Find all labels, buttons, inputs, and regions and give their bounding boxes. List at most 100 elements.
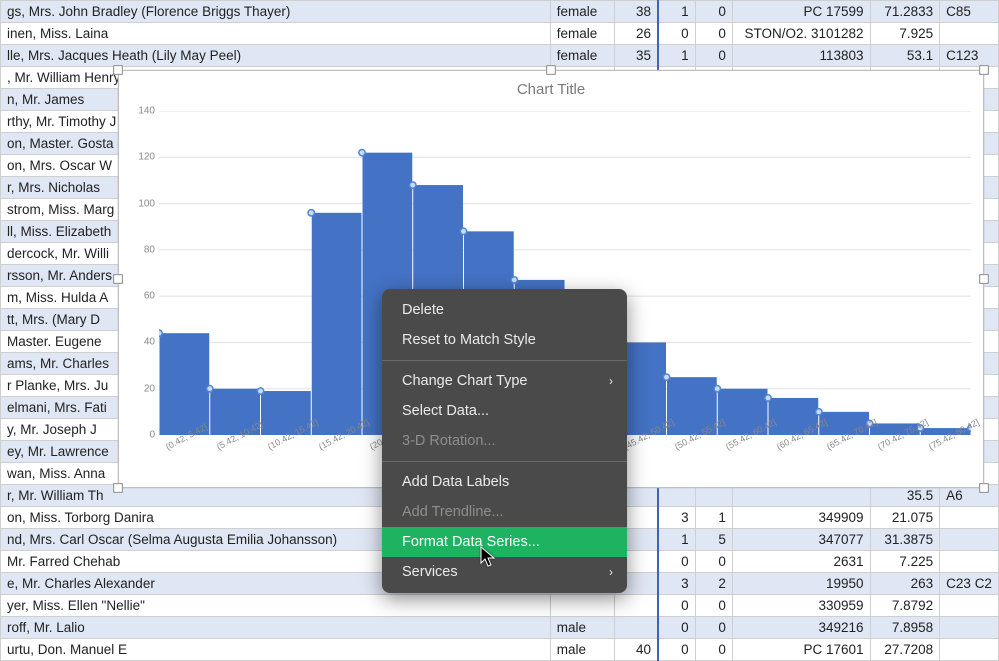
cell-sib[interactable]: 1 xyxy=(658,529,695,551)
table-row[interactable]: yer, Miss. Ellen "Nellie"003309597.8792 xyxy=(1,595,999,617)
cell-cabin[interactable] xyxy=(940,617,999,639)
cell-ticket[interactable]: STON/O2. 3101282 xyxy=(732,23,870,45)
menu-item-select-data[interactable]: Select Data... xyxy=(382,396,627,426)
cell-ticket[interactable]: 330959 xyxy=(732,595,870,617)
cell-sex[interactable]: male xyxy=(550,617,614,639)
cell-fare[interactable]: 7.8958 xyxy=(870,617,940,639)
cell-age[interactable]: 26 xyxy=(615,23,658,45)
cell-cabin[interactable]: C123 xyxy=(940,45,999,67)
resize-handle[interactable] xyxy=(979,274,989,284)
cell-name[interactable]: inen, Miss. Laina xyxy=(1,23,551,45)
cell-ticket[interactable]: 19950 xyxy=(732,573,870,595)
menu-item-format-data-series[interactable]: Format Data Series... xyxy=(382,527,627,557)
table-row[interactable]: inen, Miss. Lainafemale2600STON/O2. 3101… xyxy=(1,23,999,45)
cell-par[interactable]: 0 xyxy=(695,23,732,45)
cell-cabin[interactable]: C23 C2 xyxy=(940,573,999,595)
cell-ticket[interactable]: 347077 xyxy=(732,529,870,551)
cell-sib[interactable]: 1 xyxy=(658,1,695,23)
cell-par[interactable]: 0 xyxy=(695,551,732,573)
cell-fare[interactable]: 7.225 xyxy=(870,551,940,573)
resize-handle[interactable] xyxy=(979,483,989,493)
cell-fare[interactable]: 71.2833 xyxy=(870,1,940,23)
series-point[interactable] xyxy=(257,388,263,394)
cell-age[interactable] xyxy=(615,595,658,617)
cell-ticket[interactable]: PC 17601 xyxy=(732,639,870,661)
cell-sex[interactable] xyxy=(550,595,614,617)
cell-age[interactable]: 38 xyxy=(615,1,658,23)
menu-item-delete[interactable]: Delete xyxy=(382,295,627,325)
resize-handle[interactable] xyxy=(546,65,556,75)
cell-cabin[interactable] xyxy=(940,529,999,551)
cell-sib[interactable]: 3 xyxy=(658,507,695,529)
series-point[interactable] xyxy=(663,374,669,380)
menu-item-change-chart-type[interactable]: Change Chart Type› xyxy=(382,366,627,396)
series-point[interactable] xyxy=(207,386,213,392)
menu-item-reset-to-match-style[interactable]: Reset to Match Style xyxy=(382,325,627,355)
cell-fare[interactable]: 27.7208 xyxy=(870,639,940,661)
cell-ticket[interactable]: PC 17599 xyxy=(732,1,870,23)
series-point[interactable] xyxy=(159,330,162,336)
cell-cabin[interactable] xyxy=(940,595,999,617)
cell-sex[interactable]: female xyxy=(550,45,614,67)
chart-title[interactable]: Chart Title xyxy=(119,71,983,98)
resize-handle[interactable] xyxy=(979,65,989,75)
cell-par[interactable]: 0 xyxy=(695,639,732,661)
table-row[interactable]: roff, Mr. Laliomale003492167.8958 xyxy=(1,617,999,639)
cell-name[interactable]: gs, Mrs. John Bradley (Florence Briggs T… xyxy=(1,1,551,23)
series-point[interactable] xyxy=(359,149,365,155)
cell-sib[interactable]: 0 xyxy=(658,595,695,617)
chart-bar[interactable] xyxy=(159,333,209,435)
cell-age[interactable]: 35 xyxy=(615,45,658,67)
resize-handle[interactable] xyxy=(113,483,123,493)
cell-ticket[interactable]: 2631 xyxy=(732,551,870,573)
cell-sib[interactable]: 0 xyxy=(658,617,695,639)
cell-sib[interactable]: 3 xyxy=(658,573,695,595)
cell-name[interactable]: lle, Mrs. Jacques Heath (Lily May Peel) xyxy=(1,45,551,67)
cell-sib[interactable]: 0 xyxy=(658,639,695,661)
series-point[interactable] xyxy=(816,409,822,415)
resize-handle[interactable] xyxy=(113,65,123,75)
context-menu[interactable]: DeleteReset to Match Style Change Chart T… xyxy=(382,289,627,593)
cell-fare[interactable]: 53.1 xyxy=(870,45,940,67)
cell-par[interactable]: 1 xyxy=(695,507,732,529)
table-row[interactable]: gs, Mrs. John Bradley (Florence Briggs T… xyxy=(1,1,999,23)
cell-fare[interactable]: 263 xyxy=(870,573,940,595)
cell-ticket[interactable]: 113803 xyxy=(732,45,870,67)
series-point[interactable] xyxy=(308,210,314,216)
cell-sex[interactable]: female xyxy=(550,23,614,45)
cell-cabin[interactable] xyxy=(940,639,999,661)
cell-name[interactable]: yer, Miss. Ellen "Nellie" xyxy=(1,595,551,617)
cell-par[interactable]: 0 xyxy=(695,1,732,23)
cell-fare[interactable]: 21.075 xyxy=(870,507,940,529)
cell-age[interactable]: 40 xyxy=(615,639,658,661)
cell-par[interactable]: 2 xyxy=(695,573,732,595)
cell-fare[interactable]: 31.3875 xyxy=(870,529,940,551)
table-row[interactable]: lle, Mrs. Jacques Heath (Lily May Peel)f… xyxy=(1,45,999,67)
menu-item-add-data-labels[interactable]: Add Data Labels xyxy=(382,467,627,497)
cell-fare[interactable]: 7.8792 xyxy=(870,595,940,617)
cell-age[interactable] xyxy=(615,617,658,639)
cell-name[interactable]: roff, Mr. Lalio xyxy=(1,617,551,639)
cell-cabin[interactable] xyxy=(940,23,999,45)
cell-ticket[interactable]: 349216 xyxy=(732,617,870,639)
series-point[interactable] xyxy=(765,395,771,401)
cell-sib[interactable]: 0 xyxy=(658,23,695,45)
series-point[interactable] xyxy=(511,277,517,283)
cell-sex[interactable]: female xyxy=(550,1,614,23)
series-point[interactable] xyxy=(410,182,416,188)
chart-bar[interactable] xyxy=(312,213,362,435)
cell-sib[interactable]: 1 xyxy=(658,45,695,67)
menu-item-services[interactable]: Services› xyxy=(382,557,627,587)
cell-cabin[interactable] xyxy=(940,551,999,573)
series-point[interactable] xyxy=(714,386,720,392)
cell-par[interactable]: 0 xyxy=(695,595,732,617)
cell-par[interactable]: 0 xyxy=(695,617,732,639)
resize-handle[interactable] xyxy=(113,274,123,284)
cell-cabin[interactable] xyxy=(940,507,999,529)
cell-sex[interactable]: male xyxy=(550,639,614,661)
cell-name[interactable]: urtu, Don. Manuel E xyxy=(1,639,551,661)
cell-ticket[interactable]: 349909 xyxy=(732,507,870,529)
cell-cabin[interactable]: C85 xyxy=(940,1,999,23)
table-row[interactable]: urtu, Don. Manuel Emale4000PC 1760127.72… xyxy=(1,639,999,661)
cell-par[interactable]: 5 xyxy=(695,529,732,551)
